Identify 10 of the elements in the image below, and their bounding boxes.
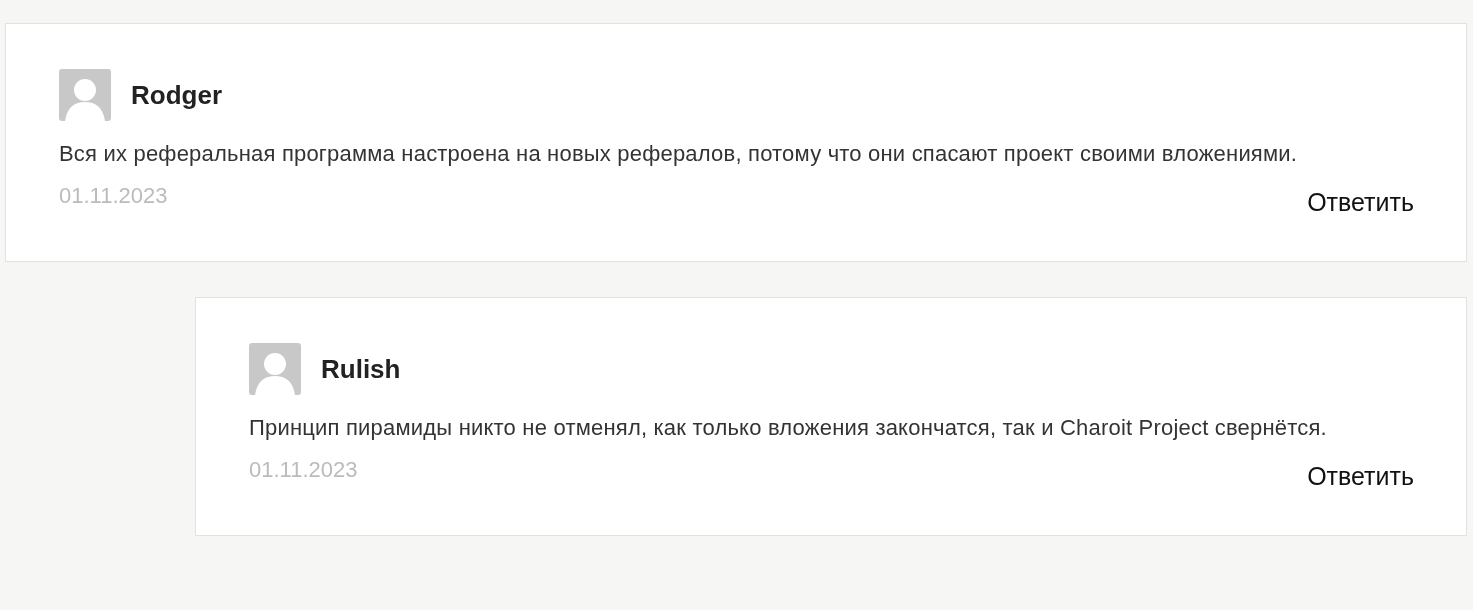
avatar-icon — [59, 69, 111, 121]
comment-date: 01.11.2023 — [59, 183, 168, 209]
comment-text: Вся их реферальная программа настроена на новых рефералов, потому что они спасают проект своими вложениями. — [59, 140, 1299, 168]
author-name: Rulish — [321, 353, 401, 385]
reply-link[interactable]: Ответить — [1307, 462, 1414, 491]
author-name: Rodger — [131, 79, 222, 111]
avatar-icon — [249, 343, 301, 395]
comment-text: Принцип пирамиды никто не отменял, как только вложения закончатся, так и Charoit Project свернётся. — [249, 414, 1328, 442]
comment-date: 01.11.2023 — [249, 457, 358, 483]
reply-link[interactable]: Ответить — [1307, 188, 1414, 217]
